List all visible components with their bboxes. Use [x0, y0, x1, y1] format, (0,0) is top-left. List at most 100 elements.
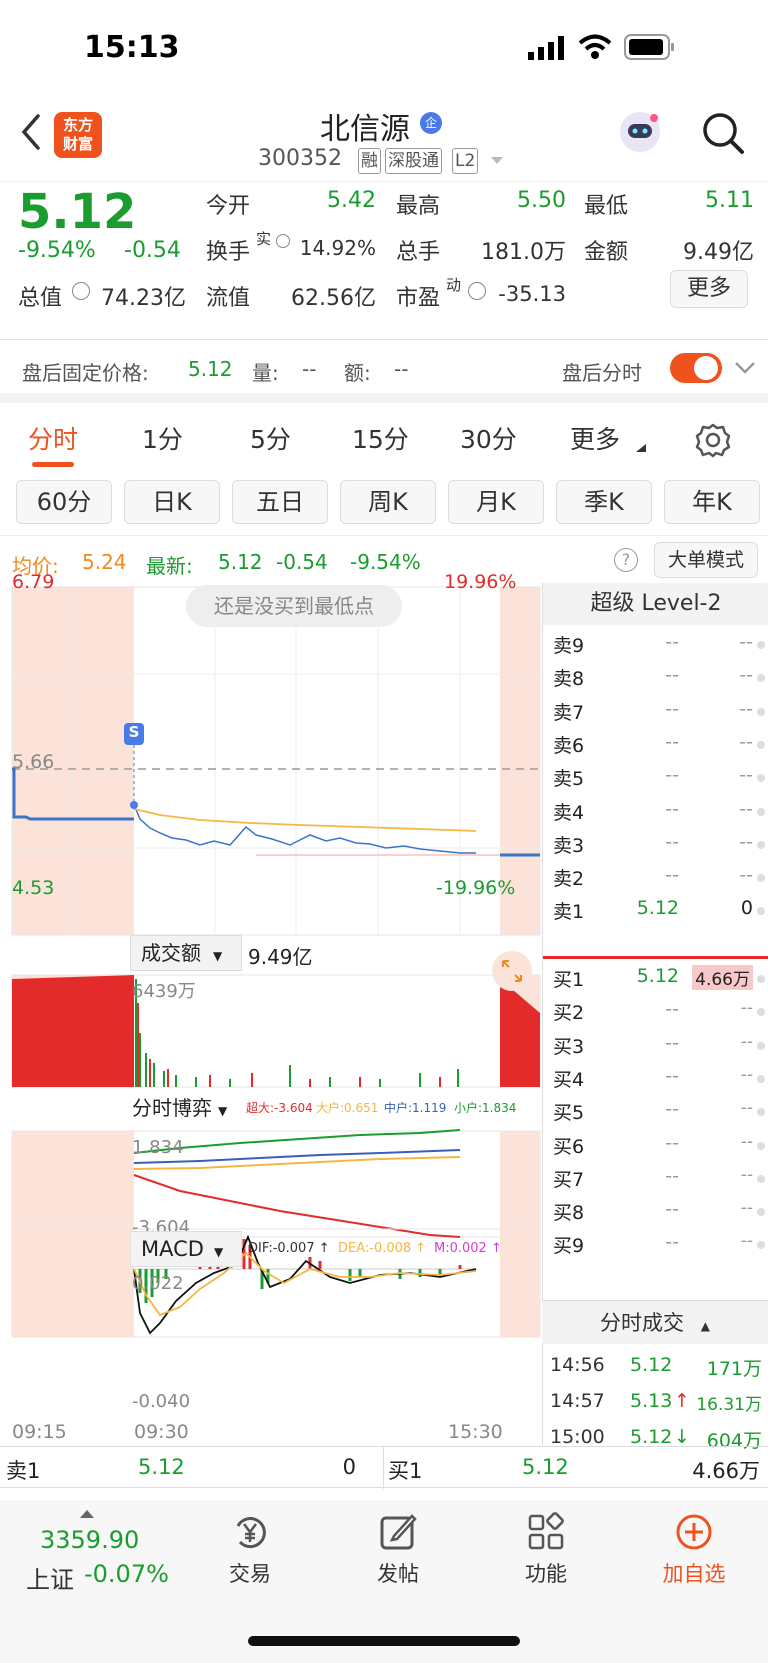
ask-label: 卖3: [553, 834, 585, 857]
back-icon[interactable]: [18, 112, 42, 152]
index-value[interactable]: 3359.90: [40, 1526, 139, 1554]
tab-fenshi[interactable]: 分时: [28, 420, 78, 456]
chip-quarter[interactable]: 季K: [556, 480, 652, 524]
change-pct: -9.54%: [18, 238, 96, 263]
trade-row: 14:57 5.13 ↑ 16.31万: [542, 1386, 768, 1420]
book-divider: [543, 956, 768, 959]
after-hours-toggle[interactable]: [670, 353, 722, 383]
s-marker-icon[interactable]: S: [128, 723, 140, 741]
help-icon[interactable]: ?: [614, 548, 638, 572]
search-icon[interactable]: [700, 110, 746, 156]
chip-week[interactable]: 周K: [340, 480, 436, 524]
ask-price: --: [665, 764, 679, 787]
trade-arrow: ↓: [674, 1426, 690, 1448]
game-panel-selector[interactable]: 分时博弈 ▼: [130, 1091, 242, 1127]
tab-5min[interactable]: 5分: [250, 420, 291, 456]
big-order-mode-button[interactable]: 大单模式: [654, 542, 758, 578]
after-vol-label: 量:: [252, 361, 279, 385]
ask-row[interactable]: 卖8 -- --: [553, 664, 765, 698]
pct-min: -19.96%: [436, 877, 516, 899]
bid-row[interactable]: 买8 -- --: [553, 1198, 765, 1232]
more-button[interactable]: 更多: [670, 270, 748, 308]
bid-row[interactable]: 买2 -- --: [553, 998, 765, 1032]
bid-row[interactable]: 买3 -- --: [553, 1032, 765, 1066]
low-label: 最低: [584, 194, 629, 219]
trade-volume: 16.31万: [696, 1395, 762, 1415]
dot-icon: [757, 840, 765, 849]
bid-row[interactable]: 买6 -- --: [553, 1132, 765, 1166]
ask-row[interactable]: 卖1 5.12 0: [553, 897, 765, 931]
bid-row[interactable]: 买5 -- --: [553, 1098, 765, 1132]
tab-more[interactable]: 更多: [570, 420, 620, 456]
ask-volume: --: [739, 830, 753, 853]
tab-15min[interactable]: 15分: [352, 420, 409, 456]
chip-month[interactable]: 月K: [448, 480, 544, 524]
legend-m: M:0.002 ↑: [434, 1241, 502, 1256]
index-name[interactable]: 上证: [26, 1560, 74, 1595]
dot-icon: [757, 807, 765, 816]
ask-row[interactable]: 卖2 -- --: [553, 864, 765, 898]
macd-panel-selector[interactable]: MACD ▼: [130, 1231, 242, 1267]
info-dots-icon[interactable]: [72, 282, 90, 300]
volume-label: 总手: [396, 240, 441, 265]
ask-label: 卖5: [553, 768, 585, 791]
chip-5day[interactable]: 五日: [232, 480, 328, 524]
settings-gear-icon[interactable]: [695, 422, 731, 458]
bid-row[interactable]: 买7 -- --: [553, 1165, 765, 1199]
trade-button[interactable]: 交易: [190, 1512, 310, 1588]
dot-icon: [757, 641, 765, 649]
bid-row[interactable]: 买9 -- --: [553, 1231, 765, 1265]
dot-icon: [757, 975, 765, 983]
ask-label: 卖4: [553, 801, 585, 824]
trades-title-button[interactable]: 分时成交 ▲: [542, 1300, 768, 1344]
chip-60min[interactable]: 60分: [16, 480, 112, 524]
order-book-title[interactable]: 超级 Level-2: [543, 583, 768, 625]
turnover-label: 换手: [206, 240, 251, 265]
post-button[interactable]: 发帖: [338, 1512, 458, 1588]
ask-row[interactable]: 卖4 -- --: [553, 797, 765, 832]
trade-price: 5.12: [630, 1354, 673, 1376]
bid-price: --: [665, 1098, 679, 1121]
intraday-chart[interactable]: 6.79 19.96% 5.66 4.53 -19.96% 还是没买到最低点 S…: [0, 571, 542, 1445]
ask-row[interactable]: 卖7 -- --: [553, 698, 765, 732]
float-value: 62.56亿: [291, 286, 376, 311]
latest-value: 5.12: [218, 550, 263, 574]
home-indicator[interactable]: [248, 1636, 520, 1646]
ask-price: --: [665, 797, 679, 820]
functions-button[interactable]: 功能: [486, 1512, 606, 1588]
edit-post-icon: [380, 1514, 417, 1550]
chip-year[interactable]: 年K: [664, 480, 760, 524]
chart-tooltip-bubble[interactable]: 还是没买到最低点: [186, 585, 402, 627]
chevron-down-icon: ▼: [218, 1104, 228, 1118]
dot-icon: [757, 1241, 765, 1250]
mktcap-value: 74.23亿: [101, 286, 186, 311]
bid-volume: --: [740, 1064, 753, 1085]
legend-large: 大户:0.651: [316, 1101, 379, 1115]
ask-row[interactable]: 卖9 -- --: [553, 631, 765, 665]
ask-row[interactable]: 卖5 -- --: [553, 764, 765, 798]
tab-30min[interactable]: 30分: [460, 420, 517, 456]
ask-label: 卖9: [553, 635, 585, 657]
info-dots-icon[interactable]: [468, 282, 486, 300]
bid-row[interactable]: 买1 5.12 4.66万: [553, 965, 765, 999]
chevron-down-icon[interactable]: [490, 156, 504, 166]
bid-row[interactable]: 买4 -- --: [553, 1064, 765, 1099]
volume-value: 181.0万: [481, 240, 566, 265]
tab-1min[interactable]: 1分: [142, 420, 183, 456]
quote-summary: 5.12 -9.54% -0.54 今开 5.42 最高 5.50 最低 5.1…: [0, 182, 768, 340]
time-label-open: 09:30: [134, 1421, 189, 1443]
add-watchlist-button[interactable]: 加自选: [634, 1512, 754, 1588]
ask-row[interactable]: 卖3 -- --: [553, 830, 765, 865]
volume-panel-selector[interactable]: 成交额 ▼: [130, 935, 242, 971]
dot-icon: [757, 907, 765, 916]
change-abs: -0.54: [124, 238, 181, 263]
bid-volume: --: [740, 1098, 753, 1119]
chevron-down-icon[interactable]: [734, 361, 756, 375]
bid-price: --: [665, 1231, 679, 1254]
dot-icon: [757, 674, 765, 683]
robot-assistant-icon[interactable]: [616, 108, 664, 156]
ask-row[interactable]: 卖6 -- --: [553, 731, 765, 765]
yen-exchange-icon: [236, 1517, 266, 1549]
index-change[interactable]: -0.07%: [84, 1560, 169, 1588]
chip-day[interactable]: 日K: [124, 480, 220, 524]
